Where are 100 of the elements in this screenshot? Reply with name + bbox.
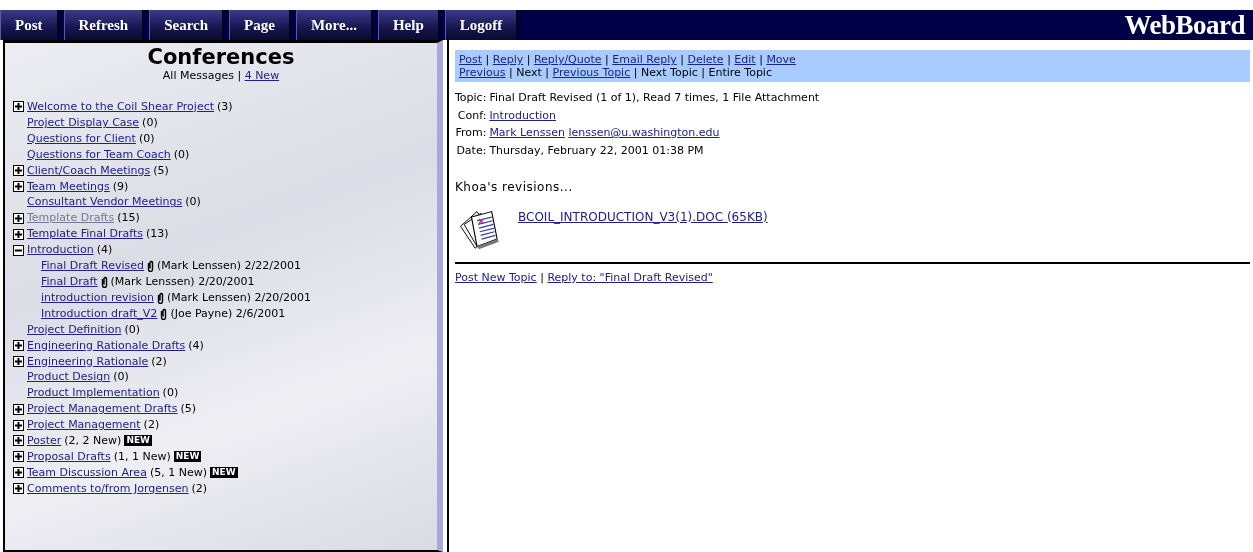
header-label: Topic: bbox=[455, 91, 487, 104]
action-link[interactable]: Previous Topic bbox=[552, 66, 631, 79]
message-body: Khoa's revisions... bbox=[455, 179, 574, 196]
message-link[interactable]: Final Draft Revised bbox=[41, 258, 145, 274]
conference-link[interactable]: Client/Coach Meetings bbox=[27, 162, 151, 179]
conference-link[interactable]: Template Final Drafts bbox=[27, 226, 143, 243]
conference-link[interactable]: Team Discussion Area bbox=[27, 464, 147, 481]
expand-icon[interactable] bbox=[13, 419, 24, 431]
expand-icon[interactable] bbox=[13, 212, 24, 224]
expand-icon[interactable] bbox=[13, 101, 24, 113]
header-link[interactable]: Introduction bbox=[489, 108, 556, 122]
separator: | bbox=[727, 53, 731, 66]
toolbar-button[interactable]: Help bbox=[377, 10, 441, 40]
message-count: (4) bbox=[96, 242, 113, 259]
attachment-link[interactable]: BCOIL_INTRODUCTION_V3(1).DOC (65KB) bbox=[518, 208, 768, 226]
message-count: (0) bbox=[173, 146, 190, 163]
expand-icon[interactable] bbox=[13, 228, 24, 240]
conference-link[interactable]: Questions for Client bbox=[27, 130, 136, 147]
conference-link[interactable]: Introduction bbox=[27, 242, 94, 259]
message-count: (2) bbox=[191, 480, 208, 497]
header-label: From: bbox=[455, 126, 487, 139]
conference-link[interactable]: Consultant Vendor Meetings bbox=[27, 194, 183, 211]
collapse-icon[interactable] bbox=[13, 244, 24, 256]
separator: | bbox=[509, 66, 513, 79]
header-label: Conf: bbox=[457, 108, 487, 122]
message-count: (5, 1 New) bbox=[149, 464, 207, 481]
footer-link[interactable]: Post New Topic bbox=[455, 271, 537, 284]
conference-link[interactable]: Proposal Drafts bbox=[27, 448, 111, 465]
header-link[interactable]: lenssen@u.washington.edu bbox=[568, 126, 720, 139]
toolbar-button[interactable]: Page bbox=[229, 10, 292, 40]
message-count: (0) bbox=[142, 114, 158, 131]
expand-icon[interactable] bbox=[13, 435, 24, 447]
message-byline: (Mark Lenssen) 2/22/2001 bbox=[157, 258, 302, 274]
separator: | bbox=[526, 53, 531, 66]
message-count: (9) bbox=[112, 178, 129, 195]
message-count: (13) bbox=[146, 226, 169, 243]
message-count: (2, 2 New) bbox=[64, 433, 122, 449]
message-count: (0) bbox=[124, 321, 140, 338]
action-link[interactable]: Previous bbox=[459, 66, 506, 79]
conference-link[interactable]: Product Implementation bbox=[27, 385, 160, 402]
toolbar-button[interactable]: Refresh bbox=[63, 10, 146, 40]
logo: WebBoard bbox=[1124, 10, 1247, 40]
action-link[interactable]: Edit bbox=[734, 53, 756, 66]
action-link[interactable]: Reply bbox=[492, 53, 524, 66]
conference-link[interactable]: Project Definition bbox=[27, 321, 122, 338]
conference-link[interactable]: Questions for Team Coach bbox=[27, 146, 171, 163]
action-link[interactable]: Reply/Quote bbox=[533, 53, 602, 66]
expand-icon[interactable] bbox=[13, 355, 24, 367]
header-link[interactable]: Mark Lenssen bbox=[489, 126, 565, 139]
action-link[interactable]: Delete bbox=[687, 53, 724, 66]
action-label: Entire Topic bbox=[708, 66, 772, 79]
message-byline: (Joe Payne) 2/6/2001 bbox=[170, 305, 286, 322]
conference-link[interactable]: Product Design bbox=[27, 369, 111, 386]
conference-link[interactable]: Team Meetings bbox=[27, 178, 110, 195]
sidebar-title: Conferences bbox=[146, 45, 296, 69]
message-link[interactable]: Introduction draft_V2 bbox=[41, 305, 158, 322]
message-link[interactable]: introduction revision bbox=[41, 289, 155, 306]
conference-link[interactable]: Engineering Rationale bbox=[27, 353, 149, 370]
separator: | bbox=[237, 69, 242, 82]
expand-icon[interactable] bbox=[13, 467, 24, 479]
conference-link[interactable]: Poster bbox=[27, 433, 62, 449]
header-value: Final Draft Revised (1 of 1), Read 7 times, 1 File Attachment bbox=[489, 91, 820, 104]
conference-link[interactable]: Engineering Rationale Drafts bbox=[27, 337, 186, 354]
expand-icon[interactable] bbox=[13, 165, 24, 177]
toolbar-button[interactable]: Logoff bbox=[444, 10, 520, 40]
expand-icon[interactable] bbox=[13, 483, 24, 495]
filter-label: All Messages bbox=[162, 69, 234, 82]
expand-icon[interactable] bbox=[13, 340, 24, 352]
expand-icon[interactable] bbox=[13, 181, 24, 192]
action-link[interactable]: Email Reply bbox=[612, 53, 677, 66]
message-count: (15) bbox=[117, 210, 140, 227]
filter-link[interactable]: 4 New bbox=[244, 69, 280, 82]
conference-link[interactable]: Welcome to the Coil Shear Project bbox=[27, 99, 215, 115]
message-count: (5) bbox=[180, 401, 197, 418]
action-link[interactable]: Move bbox=[766, 53, 796, 66]
action-link[interactable]: Post bbox=[459, 53, 482, 66]
toolbar-button[interactable]: More... bbox=[295, 10, 374, 40]
message-count: (1, 1 New) bbox=[113, 448, 171, 465]
message-count: (3) bbox=[217, 99, 233, 115]
message-count: (0) bbox=[162, 385, 179, 402]
header-label: Date: bbox=[456, 143, 487, 157]
message-count: (5) bbox=[153, 162, 169, 179]
header-value: Thursday, February 22, 2001 01:38 PM bbox=[489, 143, 704, 157]
message-count: (4) bbox=[188, 337, 204, 354]
conference-link[interactable]: Comments to/from Jorgensen bbox=[27, 480, 189, 497]
separator: | bbox=[605, 53, 609, 66]
separator: | bbox=[633, 66, 638, 79]
message-count: (0) bbox=[185, 194, 201, 211]
separator: | bbox=[545, 66, 550, 79]
expand-icon[interactable] bbox=[13, 403, 24, 415]
message-link[interactable]: Final Draft bbox=[41, 273, 98, 290]
separator: | bbox=[540, 271, 544, 284]
expand-icon[interactable] bbox=[13, 451, 24, 463]
action-label: Next Topic bbox=[640, 66, 698, 79]
conference-link[interactable]: Project Management bbox=[27, 417, 141, 434]
toolbar-button[interactable]: Search bbox=[149, 10, 226, 40]
conference-link[interactable]: Project Display Case bbox=[27, 114, 140, 131]
toolbar-button[interactable]: Post bbox=[0, 10, 60, 40]
conference-link[interactable]: Project Management Drafts bbox=[27, 401, 178, 418]
footer-link[interactable]: Reply to: "Final Draft Revised" bbox=[547, 271, 713, 284]
